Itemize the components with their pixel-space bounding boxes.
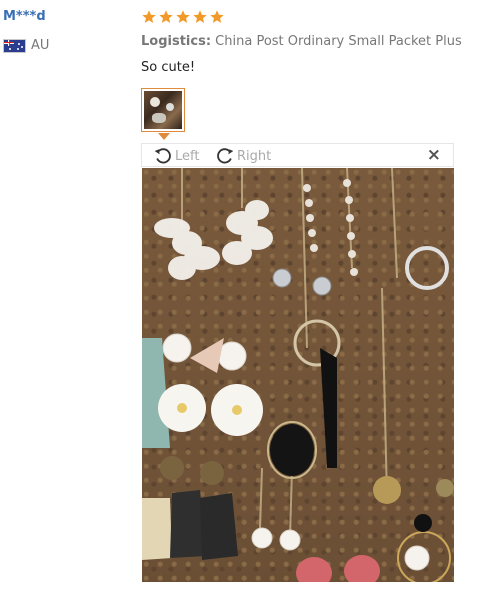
country-code: AU xyxy=(31,38,50,53)
thumbnail-image xyxy=(144,91,182,129)
reviewer-name: M***d xyxy=(3,9,46,24)
review-text: So cute! xyxy=(141,60,196,75)
rotate-right-icon xyxy=(217,148,234,164)
review-photo-large xyxy=(142,168,454,582)
reviewer-country: AU xyxy=(3,38,49,53)
review-photo-thumbnail[interactable] xyxy=(141,88,185,132)
star-icon xyxy=(193,10,207,23)
rotate-left-label: Left xyxy=(175,148,200,164)
rotate-left-button[interactable]: Left xyxy=(153,146,199,166)
close-viewer-button[interactable]: × xyxy=(427,145,441,165)
rating-stars xyxy=(141,9,225,25)
thumbnail-pointer-caret xyxy=(158,133,170,140)
star-icon xyxy=(210,10,224,23)
logistics-info: Logistics: China Post Ordinary Small Pac… xyxy=(141,34,462,49)
logistics-label: Logistics: xyxy=(141,34,212,49)
logistics-value: China Post Ordinary Small Packet Plus xyxy=(215,34,462,49)
rotate-left-icon xyxy=(154,148,171,164)
australia-flag-icon xyxy=(3,38,26,53)
rotate-right-button[interactable]: Right xyxy=(215,146,271,166)
star-icon xyxy=(142,10,156,23)
rotate-right-label: Right xyxy=(237,148,272,164)
jewelry-photo-illustration xyxy=(142,168,454,582)
image-viewer-toolbar: Left Right × xyxy=(141,143,454,167)
star-icon xyxy=(176,10,190,23)
star-icon xyxy=(159,10,173,23)
